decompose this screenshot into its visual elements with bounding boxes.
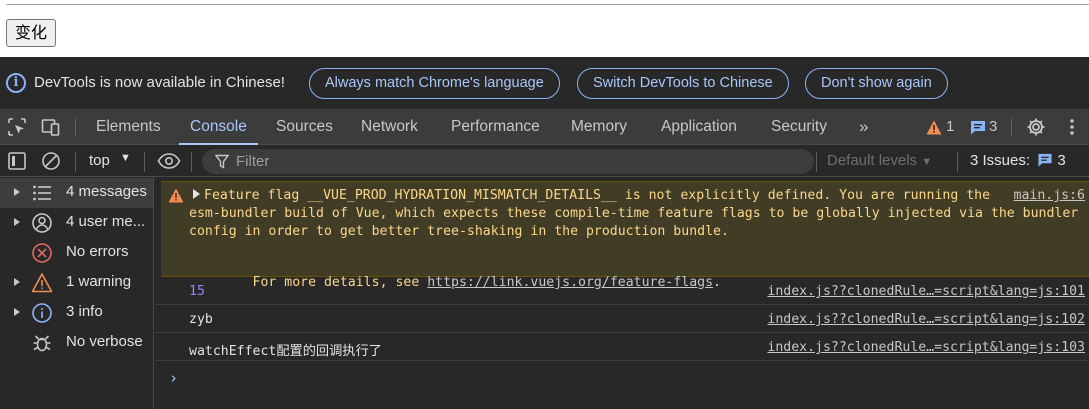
log-levels-label: Default levels	[827, 152, 918, 169]
toolbar-divider	[75, 152, 76, 172]
issues-label: 3 Issues:	[970, 152, 1031, 169]
tab-application[interactable]: Application	[661, 109, 737, 145]
levels-dropdown-icon: ▼	[921, 156, 933, 168]
sidebar-item-warnings[interactable]: 1 warning	[0, 268, 153, 298]
tab-memory[interactable]: Memory	[571, 109, 627, 145]
context-dropdown-icon[interactable]: ▼	[120, 152, 131, 164]
always-match-language-button[interactable]: Always match Chrome's language	[309, 68, 560, 99]
log-source-link[interactable]: index.js??clonedRule…=script&lang=js:102	[767, 312, 1085, 327]
sidebar-item-errors[interactable]: No errors	[0, 238, 153, 268]
change-button[interactable]: 变化	[6, 19, 57, 47]
toolbar-divider	[816, 152, 817, 172]
page-divider	[6, 4, 1089, 5]
inspect-element-icon[interactable]	[7, 117, 27, 137]
tab-performance[interactable]: Performance	[451, 109, 540, 145]
info-icon: i	[6, 73, 26, 93]
log-source-link[interactable]: index.js??clonedRule…=script&lang=js:103	[767, 340, 1085, 355]
sidebar-item-user-messages[interactable]: 4 user me...	[0, 208, 153, 238]
warning-count[interactable]: 1	[946, 109, 954, 145]
console-prompt-chevron-icon[interactable]: ›	[169, 369, 178, 387]
warning-source-link[interactable]: main.js:6	[1014, 188, 1085, 203]
log-row[interactable]: 15 index.js??clonedRule…=script&lang=js:1…	[155, 277, 1089, 305]
more-options-icon[interactable]	[1062, 117, 1082, 137]
warning-line-3: config in order to get better tree-shaki…	[189, 224, 729, 239]
dont-show-again-button[interactable]: Don't show again	[805, 68, 948, 99]
sidebar-item-messages[interactable]: 4 messages	[0, 178, 153, 208]
log-message: watchEffect配置的回调执行了	[189, 344, 382, 359]
page-area: 变化	[0, 0, 1089, 57]
filter-placeholder: Filter	[236, 153, 270, 170]
log-message: 15	[189, 284, 205, 299]
toolbar-divider	[191, 152, 192, 172]
expand-arrow-icon[interactable]	[14, 278, 20, 286]
sidebar-item-info[interactable]: 3 info	[0, 298, 153, 328]
sidebar-toggle-icon[interactable]	[7, 151, 27, 171]
console-toolbar: top ▼ Filter Default levels ▼ 3 Issues: …	[0, 146, 1089, 177]
log-source-link[interactable]: index.js??clonedRule…=script&lang=js:101	[767, 284, 1085, 299]
log-levels-dropdown[interactable]: Default levels ▼	[827, 152, 932, 169]
expand-arrow-icon[interactable]	[14, 218, 20, 226]
tabbar-divider	[75, 117, 76, 137]
device-toolbar-icon[interactable]	[41, 117, 61, 137]
warning-icon	[168, 188, 184, 203]
warning-icon	[31, 273, 53, 293]
filter-funnel-icon	[215, 154, 229, 169]
tab-sources[interactable]: Sources	[276, 109, 333, 145]
tab-elements[interactable]: Elements	[96, 109, 161, 145]
console-output: Feature flag __VUE_PROD_HYDRATION_MISMAT…	[155, 177, 1089, 409]
message-count[interactable]: 3	[989, 109, 997, 145]
console-sidebar: 4 messages 4 user me... No errors 1 warn…	[0, 177, 154, 409]
user-icon	[32, 213, 52, 233]
sidebar-label: 3 info	[66, 303, 103, 320]
tab-console[interactable]: Console	[179, 109, 258, 145]
devtools-tabbar: Elements Console Sources Network Perform…	[0, 109, 1089, 145]
console-warning-message[interactable]: Feature flag __VUE_PROD_HYDRATION_MISMAT…	[161, 181, 1089, 290]
clear-console-icon[interactable]	[41, 151, 61, 171]
expand-arrow-icon[interactable]	[14, 188, 20, 196]
warning-line-1: Feature flag __VUE_PROD_HYDRATION_MISMAT…	[204, 188, 991, 203]
devtools-panel: i DevTools is now available in Chinese! …	[0, 57, 1089, 409]
issues-message-icon	[1038, 153, 1052, 167]
warning-count-icon[interactable]	[926, 120, 942, 135]
error-icon	[32, 243, 52, 263]
tabbar-divider	[1011, 117, 1012, 137]
language-infobar: i DevTools is now available in Chinese! …	[0, 57, 1089, 109]
log-message: zyb	[189, 312, 213, 327]
live-expression-eye-icon[interactable]	[157, 151, 181, 171]
tab-network[interactable]: Network	[361, 109, 418, 145]
expand-triangle-icon[interactable]	[193, 189, 200, 199]
sidebar-label: No verbose	[66, 333, 143, 350]
issues-count: 3	[1057, 152, 1066, 169]
list-icon	[33, 185, 51, 201]
issues-button[interactable]: 3 Issues: 3	[970, 152, 1066, 169]
sidebar-item-verbose[interactable]: No verbose	[0, 328, 153, 358]
tab-security[interactable]: Security	[771, 109, 827, 145]
toolbar-divider	[144, 152, 145, 172]
expand-arrow-icon[interactable]	[14, 308, 20, 316]
more-tabs-chevron-icon[interactable]: »	[859, 109, 868, 145]
toolbar-divider	[957, 152, 958, 172]
sidebar-label: 4 messages	[66, 183, 147, 200]
filter-input[interactable]: Filter	[202, 149, 814, 174]
switch-to-chinese-button[interactable]: Switch DevTools to Chinese	[577, 68, 789, 99]
warning-line-2: esm-bundler build of Vue, which expects …	[189, 206, 1079, 221]
settings-gear-icon[interactable]	[1026, 117, 1046, 137]
sidebar-label: No errors	[66, 243, 129, 260]
message-count-icon[interactable]	[970, 120, 986, 135]
sidebar-label: 1 warning	[66, 273, 132, 290]
info-icon	[32, 303, 52, 323]
bug-icon	[33, 335, 51, 352]
context-selector[interactable]: top	[89, 152, 110, 169]
sidebar-label: 4 user me...	[66, 213, 146, 230]
log-row[interactable]: watchEffect配置的回调执行了 index.js??clonedRule……	[155, 333, 1089, 361]
log-row[interactable]: zyb index.js??clonedRule…=script&lang=js:…	[155, 305, 1089, 333]
infobar-message: DevTools is now available in Chinese!	[34, 74, 285, 91]
